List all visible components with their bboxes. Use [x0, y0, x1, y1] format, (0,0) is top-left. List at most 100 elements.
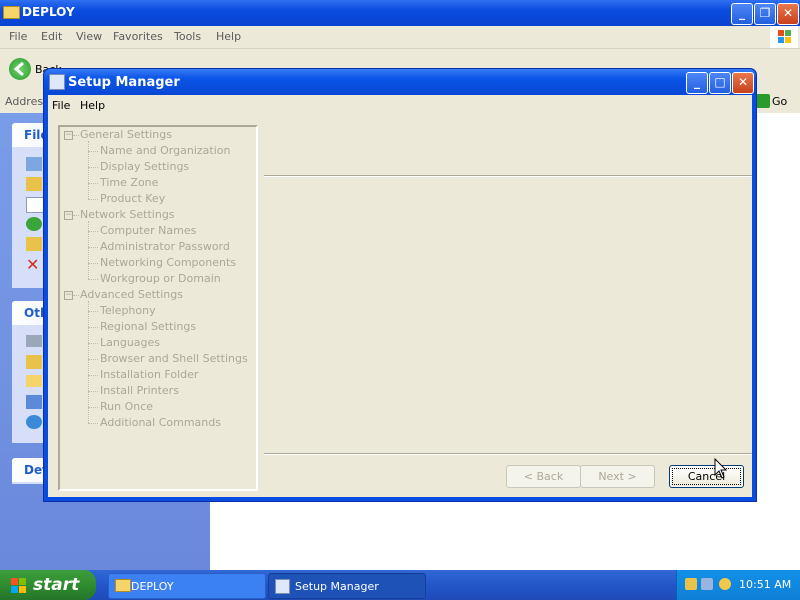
- tree-item[interactable]: Languages: [100, 336, 160, 349]
- taskbar-item-label: Setup Manager: [295, 580, 379, 593]
- back-button[interactable]: < Back: [506, 465, 581, 488]
- tray-icon[interactable]: [685, 578, 697, 590]
- dialog-maximize-button[interactable]: □: [709, 72, 731, 94]
- tree-item[interactable]: Computer Names: [100, 224, 196, 237]
- tree-category[interactable]: General Settings: [80, 128, 172, 141]
- tree-expander-icon[interactable]: −: [64, 131, 73, 140]
- tree-item[interactable]: Browser and Shell Settings: [100, 352, 248, 365]
- windows-flag-icon: [10, 577, 26, 593]
- tree-connector: [88, 221, 89, 279]
- tree-expander-icon[interactable]: −: [64, 211, 73, 220]
- start-label: start: [33, 575, 80, 595]
- dialog-menu-help[interactable]: Help: [80, 99, 105, 112]
- tree-connector: [88, 311, 98, 312]
- dialog-title: Setup Manager: [68, 75, 180, 90]
- tree-connector: [88, 247, 98, 248]
- tree-category[interactable]: Advanced Settings: [80, 288, 183, 301]
- tree-connector: [88, 301, 89, 423]
- tree-connector: [88, 231, 98, 232]
- tree-connector: [73, 295, 79, 296]
- tree-connector: [88, 151, 98, 152]
- menu-file[interactable]: File: [9, 30, 27, 43]
- task-icon[interactable]: [26, 217, 42, 231]
- tree-expander-icon[interactable]: −: [64, 291, 73, 300]
- menu-tools[interactable]: Tools: [174, 30, 201, 43]
- close-button[interactable]: ✕: [777, 3, 799, 25]
- tree-item[interactable]: Installation Folder: [100, 368, 198, 381]
- tree-item[interactable]: Install Printers: [100, 384, 179, 397]
- dialog-minimize-button[interactable]: _: [686, 72, 708, 94]
- task-icon[interactable]: [26, 237, 42, 251]
- dialog-title-bar[interactable]: Setup Manager _ □ ✕: [44, 69, 756, 95]
- drive-icon[interactable]: [26, 335, 42, 347]
- setup-manager-icon: [49, 74, 65, 90]
- minimize-button[interactable]: _: [731, 3, 753, 25]
- tree-item[interactable]: Telephony: [100, 304, 156, 317]
- tree-item[interactable]: Time Zone: [100, 176, 158, 189]
- menu-view[interactable]: View: [76, 30, 102, 43]
- folder-icon[interactable]: [26, 375, 42, 387]
- explorer-menu-bar: File Edit View Favorites Tools Help: [0, 26, 800, 49]
- explorer-title-bar[interactable]: DEPLOY _ ❐ ✕: [0, 0, 800, 26]
- network-icon[interactable]: [26, 415, 42, 429]
- network-tray-icon[interactable]: [701, 578, 713, 590]
- tree-item[interactable]: Display Settings: [100, 160, 189, 173]
- system-tray: 10:51 AM: [676, 570, 800, 600]
- tree-item[interactable]: Name and Organization: [100, 144, 230, 157]
- taskbar-item-label: DEPLOY: [131, 580, 174, 593]
- dialog-menu-file[interactable]: File: [52, 99, 70, 112]
- next-button[interactable]: Next >: [580, 465, 655, 488]
- tree-connector: [73, 135, 79, 136]
- task-icon[interactable]: [26, 157, 42, 171]
- tree-item[interactable]: Networking Components: [100, 256, 236, 269]
- security-tray-icon[interactable]: [719, 578, 731, 590]
- cancel-button[interactable]: Cancel: [669, 465, 744, 488]
- tree-connector: [88, 327, 98, 328]
- tree-item[interactable]: Workgroup or Domain: [100, 272, 221, 285]
- back-icon[interactable]: [9, 58, 31, 80]
- header-separator: [264, 175, 752, 177]
- tree-connector: [88, 375, 98, 376]
- settings-tree[interactable]: − General Settings Name and Organization Di…: [58, 125, 258, 491]
- menu-favorites[interactable]: Favorites: [113, 30, 163, 43]
- dialog-close-button[interactable]: ✕: [732, 72, 754, 94]
- task-icon[interactable]: [26, 177, 42, 191]
- tree-connector: [88, 167, 98, 168]
- tree-connector: [88, 407, 98, 408]
- task-icon[interactable]: [26, 197, 44, 213]
- tree-item[interactable]: Regional Settings: [100, 320, 196, 333]
- tree-connector: [88, 199, 98, 200]
- setup-manager-icon: [275, 579, 290, 594]
- tree-connector: [88, 263, 98, 264]
- tree-item[interactable]: Additional Commands: [100, 416, 221, 429]
- maximize-button[interactable]: ❐: [754, 3, 776, 25]
- go-icon[interactable]: [756, 94, 770, 108]
- taskbar-item-setup-manager[interactable]: Setup Manager: [268, 573, 426, 599]
- clock[interactable]: 10:51 AM: [739, 578, 791, 591]
- folder-icon: [115, 579, 131, 592]
- tree-item[interactable]: Product Key: [100, 192, 165, 205]
- dialog-client-area: − General Settings Name and Organization Di…: [48, 115, 752, 497]
- tree-category[interactable]: Network Settings: [80, 208, 175, 221]
- tree-connector: [88, 359, 98, 360]
- tree-item[interactable]: Administrator Password: [100, 240, 230, 253]
- dialog-menu-bar: File Help: [48, 95, 752, 115]
- computer-icon[interactable]: [26, 395, 42, 409]
- menu-edit[interactable]: Edit: [41, 30, 62, 43]
- tree-connector: [88, 279, 98, 280]
- footer-separator: [264, 453, 752, 455]
- tree-connector: [88, 391, 98, 392]
- windows-logo: [770, 26, 798, 48]
- go-button[interactable]: Go: [772, 95, 787, 108]
- start-button[interactable]: start: [0, 570, 96, 600]
- tree-item[interactable]: Run Once: [100, 400, 153, 413]
- tree-connector: [88, 183, 98, 184]
- taskbar-item-deploy[interactable]: DEPLOY: [108, 573, 266, 599]
- tree-connector: [73, 215, 79, 216]
- menu-help[interactable]: Help: [216, 30, 241, 43]
- folder-icon: [3, 6, 20, 19]
- tree-connector: [88, 343, 98, 344]
- delete-icon[interactable]: ✕: [26, 257, 39, 273]
- tree-connector: [88, 141, 89, 199]
- folder-icon[interactable]: [26, 355, 42, 369]
